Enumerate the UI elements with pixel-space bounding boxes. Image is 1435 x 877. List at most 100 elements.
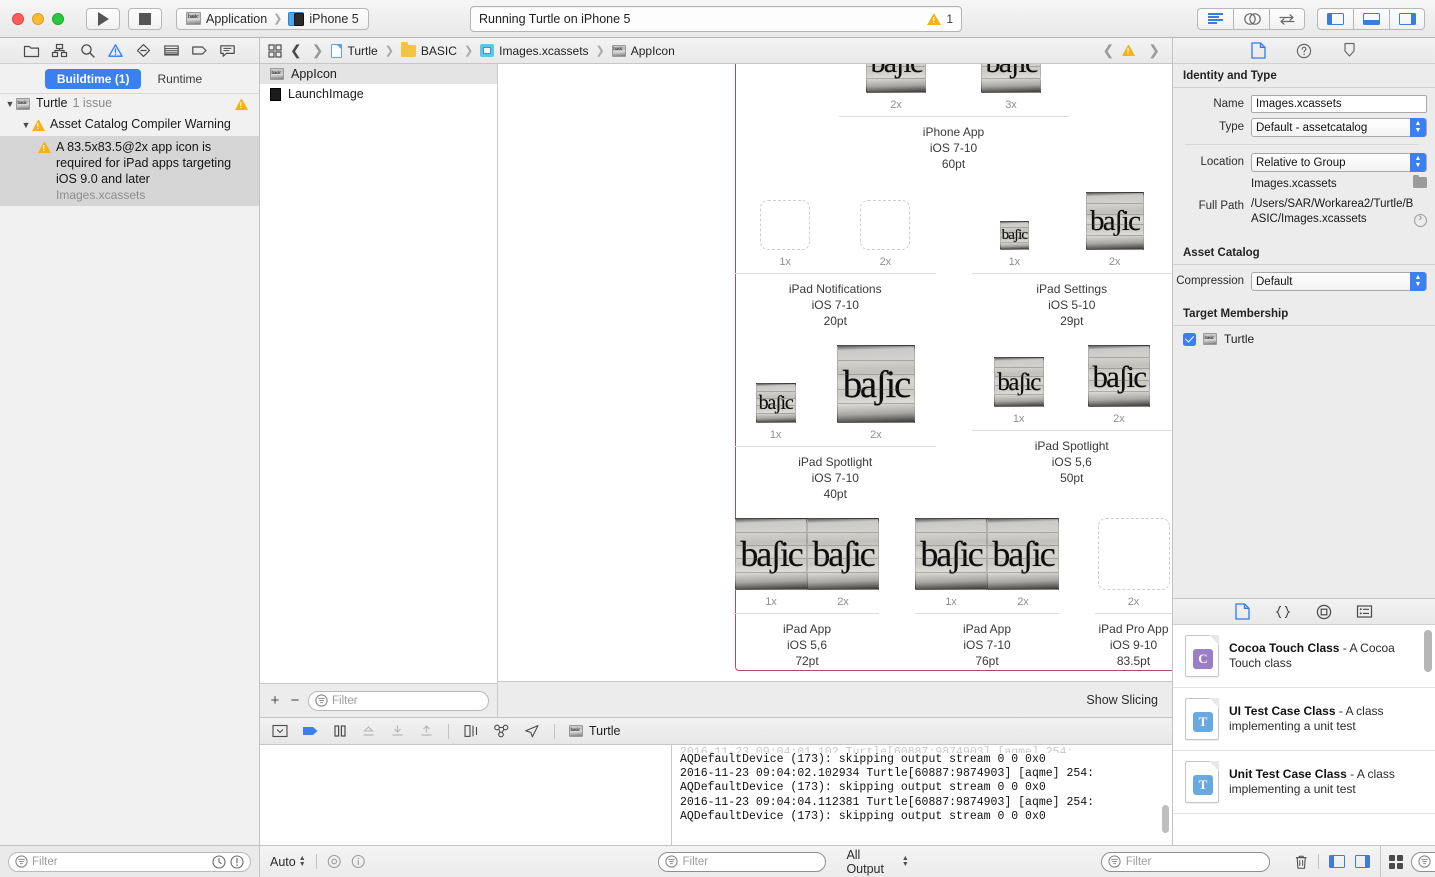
choose-folder-icon[interactable] bbox=[1413, 174, 1427, 188]
standard-editor-button[interactable] bbox=[1197, 7, 1233, 30]
remove-asset-button[interactable]: − bbox=[288, 692, 302, 709]
show-slicing-button[interactable]: Show Slicing bbox=[1086, 693, 1158, 707]
target-membership-row[interactable]: Turtle bbox=[1173, 326, 1435, 352]
reveal-in-finder-icon[interactable] bbox=[1414, 212, 1427, 227]
type-popup[interactable]: Default - assetcatalog ▲ ▼ bbox=[1251, 118, 1427, 137]
compression-popup[interactable]: Default ▲ ▼ bbox=[1251, 272, 1427, 291]
disclosure-triangle-icon[interactable]: ▼ bbox=[20, 117, 32, 134]
debug-navigator-icon[interactable] bbox=[163, 43, 180, 58]
appicon-slot[interactable]: baʃic 2x bbox=[1085, 192, 1144, 268]
appicon-slot-image[interactable]: baʃic bbox=[987, 518, 1059, 590]
appicon-slot-image[interactable]: baʃic bbox=[1087, 345, 1150, 407]
appicon-slot-image[interactable]: baʃic bbox=[993, 357, 1044, 407]
toggle-debug-button[interactable] bbox=[1353, 7, 1389, 30]
appicon-slot[interactable]: baʃic 2x bbox=[836, 345, 915, 441]
version-editor-button[interactable] bbox=[1269, 7, 1305, 30]
asset-canvas[interactable]: baʃic 2x baʃic 3x iPhone App iOS 7-10 60pt 1x 2x… bbox=[498, 64, 1172, 681]
toggle-navigator-button[interactable] bbox=[1317, 7, 1353, 30]
code-snippet-library-icon[interactable] bbox=[1274, 604, 1292, 620]
unused-inspector-icon[interactable] bbox=[1342, 42, 1357, 59]
appicon-slot[interactable]: baʃic 1x bbox=[735, 518, 807, 608]
appicon-slot-empty[interactable] bbox=[1097, 518, 1170, 590]
appicon-slot-image[interactable]: baʃic bbox=[999, 221, 1029, 250]
appicon-slot[interactable]: 1x bbox=[760, 200, 811, 268]
disclosure-triangle-icon[interactable]: ▼ bbox=[4, 96, 16, 113]
appicon-slot-image[interactable]: baʃic bbox=[866, 64, 926, 93]
watch-variable-icon[interactable] bbox=[327, 854, 341, 869]
console-filter-field[interactable]: Filter bbox=[1100, 851, 1270, 872]
tree-row-selected-issue[interactable]: A 83.5x83.5@2x app icon is required for … bbox=[0, 136, 259, 206]
breadcrumb-item-group[interactable]: BASIC bbox=[421, 44, 457, 58]
simulate-location-icon[interactable] bbox=[524, 724, 540, 738]
appicon-slot[interactable]: baʃic 1x bbox=[999, 221, 1029, 268]
appicon-slot[interactable]: baʃic 3x bbox=[981, 64, 1041, 111]
close-window-button[interactable] bbox=[12, 12, 24, 25]
variables-filter-field[interactable]: Filter bbox=[657, 851, 827, 872]
appicon-slot-image[interactable]: baʃic bbox=[915, 518, 987, 590]
pause-icon[interactable] bbox=[333, 724, 347, 738]
memory-graph-icon[interactable] bbox=[493, 724, 510, 738]
name-field[interactable]: Images.xcassets bbox=[1251, 95, 1427, 113]
forward-button[interactable]: ❯ bbox=[310, 42, 326, 59]
appicon-slot[interactable]: 2x bbox=[1097, 518, 1170, 608]
breadcrumb-item-project[interactable]: Turtle bbox=[347, 44, 377, 58]
tab-runtime[interactable]: Runtime bbox=[145, 69, 214, 89]
report-navigator-icon[interactable] bbox=[219, 43, 236, 58]
symbol-navigator-icon[interactable] bbox=[51, 43, 68, 58]
library-filter-field[interactable]: Filter bbox=[1411, 851, 1435, 872]
appicon-slot-image[interactable]: baʃic bbox=[981, 64, 1041, 93]
breadcrumb-item-catalog[interactable]: Images.xcassets bbox=[499, 44, 588, 58]
console-scrollbar[interactable] bbox=[1162, 805, 1169, 833]
console-output[interactable]: 2016-11-23 09:04:01.10? Turtle[60887:987… bbox=[672, 745, 1172, 845]
appicon-slot[interactable]: baʃic 2x bbox=[866, 64, 926, 111]
errors-only-filter-icon[interactable] bbox=[230, 854, 244, 869]
library-scrollbar[interactable] bbox=[1424, 630, 1432, 672]
appicon-slot[interactable]: baʃic 1x bbox=[993, 357, 1044, 425]
issue-navigator-icon[interactable] bbox=[107, 43, 124, 58]
tree-row[interactable]: ▼ Turtle 1 issue bbox=[0, 94, 259, 115]
appicon-slot-image[interactable]: baʃic bbox=[755, 383, 796, 423]
media-library-icon[interactable] bbox=[1316, 604, 1332, 620]
asset-item-appicon[interactable]: AppIcon bbox=[260, 64, 497, 84]
search-navigator-icon[interactable] bbox=[79, 43, 96, 58]
appicon-slot[interactable]: baʃic 2x bbox=[987, 518, 1059, 608]
clear-console-icon[interactable] bbox=[1294, 854, 1308, 870]
appicon-slot[interactable]: baʃic 1x bbox=[755, 383, 796, 441]
test-navigator-icon[interactable] bbox=[135, 43, 152, 58]
zoom-window-button[interactable] bbox=[52, 12, 64, 25]
library-view-mode-icon[interactable] bbox=[1389, 854, 1404, 869]
file-template-library-icon[interactable] bbox=[1235, 603, 1250, 620]
warning-icon[interactable] bbox=[927, 12, 942, 25]
add-asset-button[interactable]: + bbox=[268, 692, 282, 709]
scheme-selector[interactable]: Application ❯ iPhone 5 bbox=[176, 7, 369, 30]
view-debugger-icon[interactable] bbox=[463, 724, 479, 738]
appicon-slot-image[interactable]: baʃic bbox=[1085, 192, 1144, 250]
asset-item-launchimage[interactable]: LaunchImage bbox=[260, 84, 497, 104]
appicon-slot[interactable]: 2x bbox=[860, 200, 911, 268]
run-button[interactable] bbox=[86, 7, 120, 30]
hide-debug-area-icon[interactable] bbox=[272, 724, 288, 738]
variables-view[interactable] bbox=[260, 745, 672, 845]
recent-issues-filter-icon[interactable] bbox=[212, 854, 226, 869]
appicon-slot[interactable]: baʃic 2x bbox=[1087, 345, 1150, 425]
asset-filter-field[interactable]: Filter bbox=[308, 690, 489, 711]
appicon-slot-empty[interactable] bbox=[860, 200, 911, 250]
appicon-slot-image[interactable]: baʃic bbox=[836, 345, 915, 423]
minimize-window-button[interactable] bbox=[32, 12, 44, 25]
related-items-icon[interactable] bbox=[268, 43, 282, 58]
file-inspector-icon[interactable] bbox=[1251, 42, 1266, 59]
continue-execution-icon[interactable] bbox=[302, 724, 319, 738]
debug-process-label[interactable]: Turtle bbox=[569, 724, 621, 738]
output-scope-popup[interactable]: All Output ▲ ▼ bbox=[846, 848, 908, 876]
appicon-slot[interactable]: baʃic 2x bbox=[807, 518, 879, 608]
location-popup[interactable]: Relative to Group ▲ ▼ bbox=[1251, 153, 1427, 172]
appicon-slot-image[interactable]: baʃic bbox=[735, 518, 807, 590]
show-variables-view-icon[interactable] bbox=[1329, 855, 1345, 868]
tab-buildtime[interactable]: Buildtime (1) bbox=[44, 68, 142, 89]
quick-help-inspector-icon[interactable] bbox=[1296, 43, 1312, 59]
library-item-list[interactable]: C Cocoa Touch Class - A Cocoa Touch class… bbox=[1173, 625, 1435, 845]
toggle-inspector-button[interactable] bbox=[1389, 7, 1425, 30]
assistant-editor-button[interactable] bbox=[1233, 7, 1269, 30]
breakpoint-navigator-icon[interactable] bbox=[191, 43, 208, 58]
navigator-filter-field[interactable]: Filter bbox=[8, 851, 251, 872]
